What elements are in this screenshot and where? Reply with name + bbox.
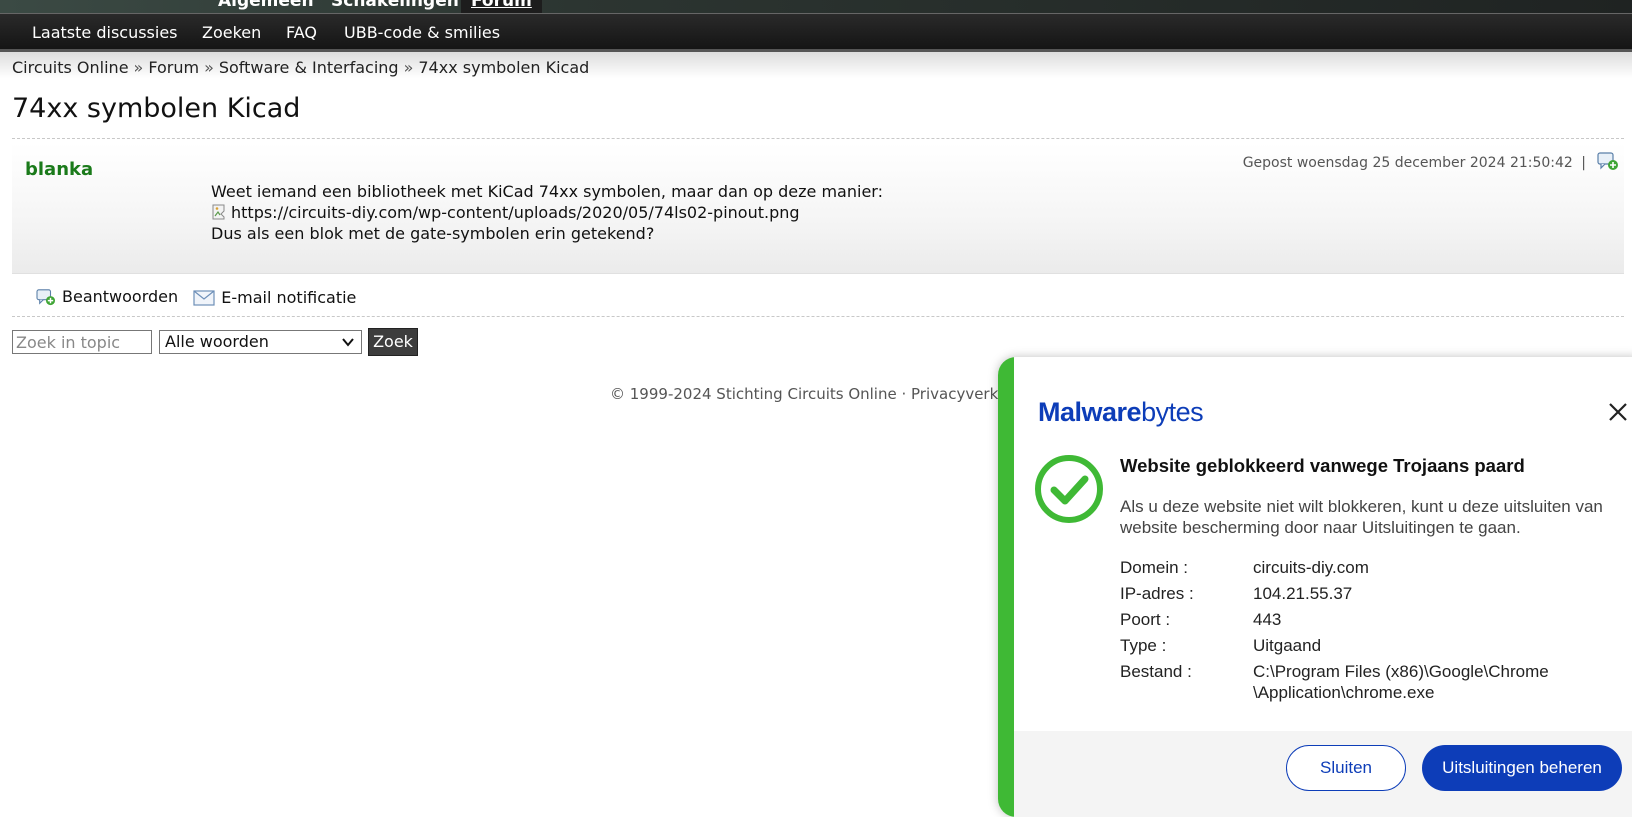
detail-key: Domein :	[1120, 558, 1189, 577]
search-mode-select[interactable]: Alle woorden	[159, 330, 362, 354]
divider	[12, 316, 1624, 317]
search-button[interactable]: Zoek	[368, 328, 418, 356]
search-input[interactable]	[12, 330, 152, 354]
detail-key: Type :	[1120, 636, 1167, 655]
breadcrumb-category[interactable]: Software & Interfacing	[219, 58, 399, 77]
nav-faq[interactable]: FAQ	[286, 23, 317, 42]
malwarebytes-notification: Malwarebytes Website geblokkeerd vanwege…	[998, 357, 1632, 817]
post-image-alt: https://circuits-diy.com/wp-content/uplo…	[231, 203, 800, 222]
nav-search[interactable]: Zoeken	[202, 23, 261, 42]
breadcrumb-home[interactable]: Circuits Online	[12, 58, 129, 77]
nav-latest-discussions[interactable]: Laatste discussies	[32, 23, 178, 42]
manage-exclusions-button[interactable]: Uitsluitingen beheren	[1422, 745, 1622, 791]
detail-row: Type : Uitgaand	[1120, 633, 1632, 659]
sluiten-button[interactable]: Sluiten	[1286, 745, 1406, 791]
close-icon[interactable]	[1608, 402, 1628, 422]
status-accent-bar	[998, 357, 1014, 817]
check-circle-icon	[1035, 455, 1103, 523]
post-line: Weet iemand een bibliotheek met KiCad 74…	[211, 182, 883, 201]
post-line: Dus als een blok met de gate-symbolen er…	[211, 224, 655, 243]
detail-row: Poort : 443	[1120, 607, 1632, 633]
malwarebytes-logo: Malwarebytes	[1038, 397, 1204, 427]
envelope-icon	[193, 289, 215, 306]
breadcrumb-current[interactable]: 74xx symbolen Kicad	[418, 58, 589, 77]
detail-value: Uitgaand	[1253, 636, 1322, 655]
sub-navigation: Laatste discussies Zoeken FAQ UBB-code &…	[0, 14, 1632, 52]
tab-schakelingen[interactable]: Schakelingen	[331, 0, 459, 11]
detail-value: C:\Program Files (x86)\Google\Chrome \Ap…	[1253, 662, 1549, 702]
email-label: E-mail notificatie	[221, 288, 357, 307]
detail-row: Domein : circuits-diy.com	[1120, 555, 1632, 581]
tab-forum[interactable]: Forum	[461, 0, 542, 13]
detail-value: 443	[1253, 610, 1282, 629]
detail-value: 104.21.55.37	[1253, 584, 1353, 603]
breadcrumb-separator: »	[204, 58, 214, 77]
post-date: Gepost woensdag 25 december 2024 21:50:4…	[1242, 155, 1573, 171]
detail-row: IP-adres : 104.21.55.37	[1120, 581, 1632, 607]
reply-button[interactable]: Beantwoorden	[36, 287, 178, 306]
post-timestamp: Gepost woensdag 25 december 2024 21:50:4…	[1243, 155, 1586, 171]
block-headline: Website geblokkeerd vanwege Trojaans paa…	[1120, 455, 1525, 476]
post-author[interactable]: blanka	[25, 159, 93, 180]
nav-ubb-code[interactable]: UBB-code & smilies	[344, 23, 500, 42]
breadcrumb-separator: »	[403, 58, 414, 77]
detail-value: circuits-diy.com	[1253, 558, 1369, 577]
post-image-link[interactable]: https://circuits-diy.com/wp-content/uplo…	[211, 202, 883, 223]
post-actions: Beantwoorden E-mail notificatie	[36, 287, 366, 310]
page-title: 74xx symbolen Kicad	[12, 93, 301, 124]
top-navigation: Algemeen Schakelingen Forum	[0, 0, 1632, 14]
detail-key: Poort :	[1120, 610, 1171, 629]
breadcrumb-forum[interactable]: Forum	[148, 58, 199, 77]
breadcrumb-separator: »	[133, 58, 144, 77]
broken-image-icon	[212, 204, 225, 220]
block-description: Als u deze website niet wilt blokkeren, …	[1120, 497, 1603, 537]
divider	[12, 138, 1624, 139]
post-date-separator: |	[1581, 155, 1586, 171]
search-mode-value: Alle woorden	[165, 332, 269, 351]
chevron-down-icon	[342, 338, 354, 347]
detail-row: Bestand : C:\Program Files (x86)\Google\C…	[1120, 659, 1632, 703]
forum-post: blanka Gepost woensdag 25 december 2024 …	[12, 143, 1624, 274]
reply-icon	[36, 288, 55, 305]
site-footer: © 1999-2024 Stichting Circuits Online · …	[610, 385, 1012, 403]
post-body: Weet iemand een bibliotheek met KiCad 74…	[211, 181, 883, 244]
detail-key: IP-adres :	[1120, 584, 1194, 603]
breadcrumb: Circuits Online» Forum» Software & Interfa…	[12, 58, 589, 77]
detail-key: Bestand :	[1120, 662, 1192, 681]
block-details: Domein : circuits-diy.com IP-adres : 104.2…	[1120, 555, 1632, 703]
email-notification-button[interactable]: E-mail notificatie	[193, 288, 356, 307]
tab-algemeen[interactable]: Algemeen	[218, 0, 314, 11]
reply-label: Beantwoorden	[62, 287, 179, 306]
quote-reply-icon[interactable]	[1597, 151, 1619, 171]
